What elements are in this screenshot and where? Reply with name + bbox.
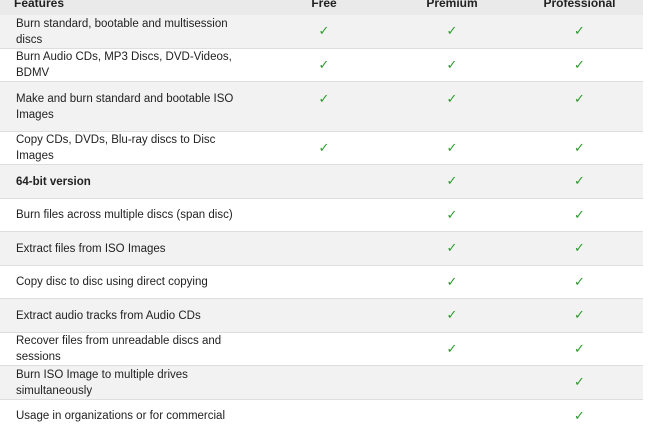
header-professional: Professional (543, 0, 616, 10)
cell-free (260, 400, 388, 430)
header-premium: Premium (426, 0, 478, 10)
checkmark-icon: ✓ (446, 308, 458, 323)
checkmark-icon: ✓ (574, 341, 585, 357)
checkmark-icon: ✓ (574, 408, 585, 424)
checkmark-icon: ✓ (574, 24, 585, 39)
header-free: Free (311, 0, 337, 10)
table-row: Copy disc to disc using direct copying ✓ ✓ (0, 266, 643, 299)
feature-comparison-table: Features Free Premium Professional Burn … (0, 0, 643, 430)
cell-professional: ✓ (516, 266, 643, 298)
cell-premium: ✓ (388, 132, 516, 164)
table-row: 64-bit version ✓ ✓ (0, 165, 643, 199)
cell-premium: ✓ (388, 49, 516, 81)
checkmark-icon: ✓ (318, 57, 330, 73)
cell-premium: ✓ (388, 232, 516, 265)
cell-free: ✓ (260, 132, 388, 164)
checkmark-icon: ✓ (446, 92, 458, 107)
cell-premium: ✓ (388, 15, 516, 48)
table-row: Extract files from ISO Images ✓ ✓ (0, 232, 643, 266)
checkmark-icon: ✓ (446, 241, 458, 256)
cell-free (260, 333, 388, 365)
feature-label: Copy CDs, DVDs, Blu-ray discs to Disc Im… (16, 134, 216, 162)
checkmark-icon: ✓ (318, 24, 330, 39)
checkmark-icon: ✓ (574, 92, 585, 107)
cell-premium (388, 366, 516, 399)
table-row: Make and burn standard and bootable ISO … (0, 82, 643, 132)
cell-professional: ✓ (516, 333, 643, 365)
header-features: Features (14, 0, 65, 10)
cell-professional: ✓ (516, 82, 643, 131)
checkmark-icon: ✓ (318, 140, 330, 156)
cell-professional: ✓ (516, 366, 643, 399)
feature-label: 64-bit version (16, 175, 91, 188)
feature-label: Copy disc to disc using direct copying (16, 276, 208, 288)
table-row: Burn standard, bootable and multisession… (0, 15, 643, 49)
table-row: Recover files from unreadable discs and … (0, 333, 643, 366)
table-header: Features Free Premium Professional (0, 0, 643, 16)
feature-label: Recover files from unreadable discs and … (16, 335, 222, 363)
feature-label: Extract files from ISO Images (16, 242, 166, 255)
cell-premium: ✓ (388, 299, 516, 332)
checkmark-icon: ✓ (574, 308, 585, 323)
feature-label: Burn standard, bootable and multisession… (16, 17, 228, 46)
feature-label: Burn Audio CDs, MP3 Discs, DVD-Videos, B… (16, 51, 232, 79)
checkmark-icon: ✓ (446, 207, 458, 223)
checkmark-icon: ✓ (446, 274, 458, 290)
cell-free (260, 165, 388, 198)
table-row: Usage in organizations or for commercial… (0, 400, 643, 430)
cell-premium: ✓ (388, 165, 516, 198)
feature-label: Extract audio tracks from Audio CDs (16, 309, 201, 322)
cell-premium: ✓ (388, 199, 516, 231)
checkmark-icon: ✓ (574, 57, 585, 73)
cell-professional: ✓ (516, 232, 643, 265)
cell-free: ✓ (260, 15, 388, 48)
checkmark-icon: ✓ (446, 140, 458, 156)
cell-free (260, 266, 388, 298)
checkmark-icon: ✓ (574, 174, 585, 189)
checkmark-icon: ✓ (574, 241, 585, 256)
table-row: Extract audio tracks from Audio CDs ✓ ✓ (0, 299, 643, 333)
table-row: Burn files across multiple discs (span d… (0, 199, 643, 232)
cell-premium: ✓ (388, 82, 516, 131)
cell-free (260, 232, 388, 265)
feature-label: Usage in organizations or for commercial (16, 410, 226, 422)
feature-label: Burn files across multiple discs (span d… (16, 209, 233, 221)
cell-free (260, 299, 388, 332)
checkmark-icon: ✓ (574, 274, 585, 290)
cell-free: ✓ (260, 49, 388, 81)
cell-professional: ✓ (516, 199, 643, 231)
table-row: Burn Audio CDs, MP3 Discs, DVD-Videos, B… (0, 49, 643, 82)
cell-professional: ✓ (516, 132, 643, 164)
cell-premium: ✓ (388, 266, 516, 298)
cell-professional: ✓ (516, 49, 643, 81)
cell-professional: ✓ (516, 400, 643, 430)
feature-label: Burn ISO Image to multiple drives simult… (16, 368, 188, 397)
checkmark-icon: ✓ (446, 57, 458, 73)
cell-premium: ✓ (388, 333, 516, 365)
checkmark-icon: ✓ (574, 207, 585, 223)
checkmark-icon: ✓ (574, 140, 585, 156)
cell-premium (388, 400, 516, 430)
cell-free (260, 199, 388, 231)
cell-professional: ✓ (516, 299, 643, 332)
checkmark-icon: ✓ (318, 92, 330, 107)
table-row: Burn ISO Image to multiple drives simult… (0, 366, 643, 400)
checkmark-icon: ✓ (446, 24, 458, 39)
cell-professional: ✓ (516, 15, 643, 48)
checkmark-icon: ✓ (574, 375, 585, 390)
cell-free: ✓ (260, 82, 388, 131)
table-body: Burn standard, bootable and multisession… (0, 15, 643, 430)
feature-label: Make and burn standard and bootable ISO … (16, 92, 234, 121)
cell-professional: ✓ (516, 165, 643, 198)
checkmark-icon: ✓ (446, 174, 458, 189)
cell-free (260, 366, 388, 399)
table-row: Copy CDs, DVDs, Blu-ray discs to Disc Im… (0, 132, 643, 165)
checkmark-icon: ✓ (446, 341, 458, 357)
